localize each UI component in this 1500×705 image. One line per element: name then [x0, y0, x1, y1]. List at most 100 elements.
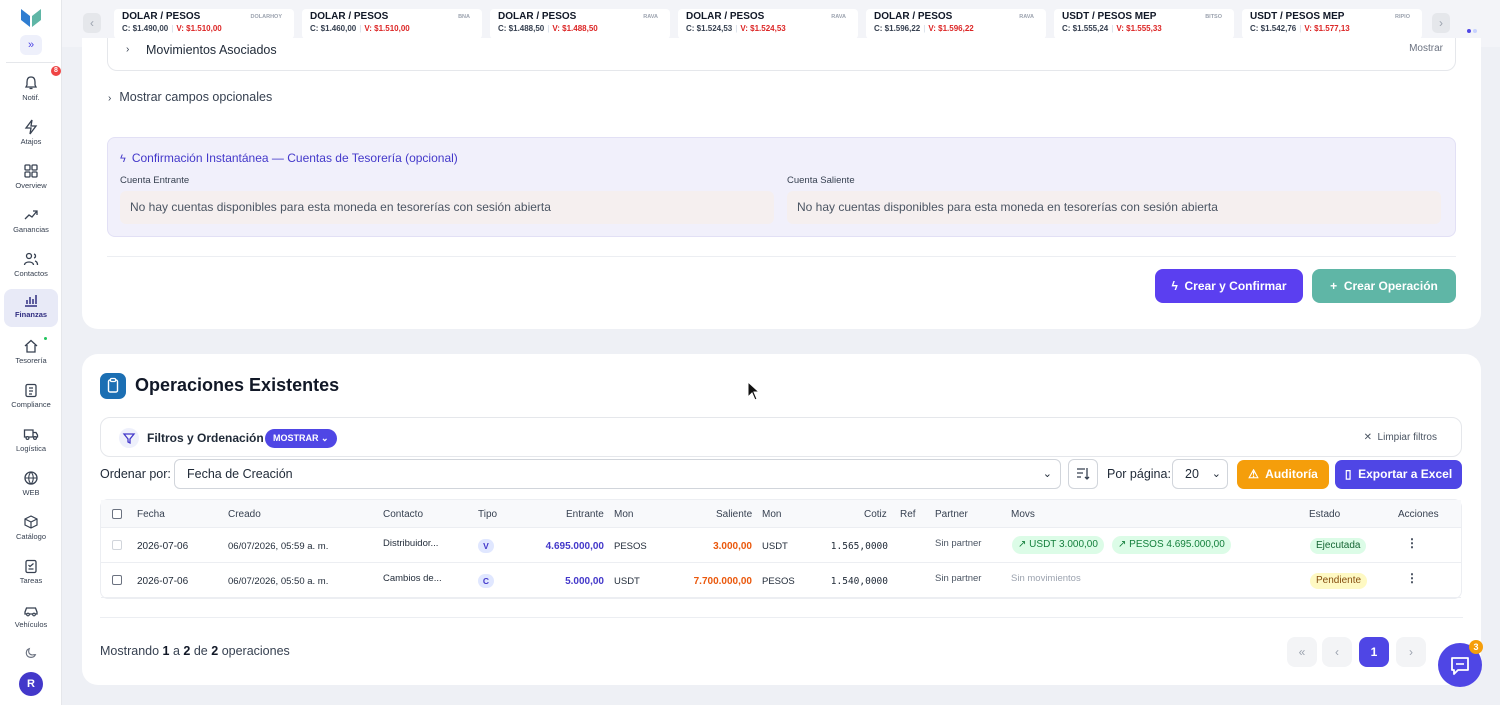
- bolt-icon: [24, 119, 38, 135]
- order-by-select[interactable]: Fecha de Creación ⌄: [174, 459, 1061, 489]
- summary-prefix: Mostrando: [100, 644, 160, 658]
- bolt-icon: ϟ: [1171, 279, 1178, 293]
- movement-badge[interactable]: ↗ PESOS 4.695.000,00: [1112, 536, 1231, 554]
- column-header[interactable]: Creado: [228, 509, 261, 520]
- plus-icon: +: [1330, 279, 1338, 293]
- create-operation-button[interactable]: + Crear Operación: [1312, 269, 1456, 303]
- ticker-item[interactable]: DOLAR / PESOS DOLARHOY C: $1.490,00 | V: $…: [114, 9, 294, 39]
- collapse-sidebar-button[interactable]: »: [20, 35, 42, 55]
- cotiz-cell: 1.540,0000: [830, 576, 888, 587]
- sidebar-item-contactos[interactable]: Contactos: [4, 248, 58, 288]
- home-icon: [24, 339, 38, 353]
- ticker-sell: V: $1.510,00: [176, 24, 222, 33]
- mouse-cursor-icon: [747, 381, 761, 401]
- column-header[interactable]: Contacto: [383, 509, 423, 520]
- chevron-down-icon: ⌄: [1211, 468, 1221, 480]
- ticker-item[interactable]: USDT / PESOS MEP BITSO C: $1.555,24 | V: $…: [1054, 9, 1234, 39]
- row-actions-menu-icon[interactable]: ⋮: [1406, 536, 1418, 550]
- chevron-down-icon: ⌄: [1042, 468, 1052, 480]
- table-header: Fecha Creado Contacto Tipo Entrante Mon …: [101, 500, 1461, 528]
- sidebar-item-tesoreria[interactable]: Tesorería: [4, 335, 58, 375]
- globe-icon: [24, 471, 38, 485]
- page-button-current[interactable]: 1: [1359, 637, 1389, 667]
- ticker-next-button[interactable]: ›: [1432, 13, 1450, 33]
- partner-cell: Sin partner: [935, 538, 982, 549]
- ticker-item[interactable]: DOLAR / PESOS RAVA C: $1.596,22 | V: $1.59…: [866, 9, 1046, 39]
- column-header[interactable]: Fecha: [137, 509, 165, 520]
- ticker-prev-button[interactable]: ‹: [83, 13, 101, 33]
- table-row[interactable]: 2026-07-06 06/07/2026, 05:59 a. m. Distr…: [101, 528, 1461, 563]
- mon-in-cell: PESOS: [614, 541, 647, 552]
- per-page-label: Por página:: [1107, 467, 1171, 481]
- order-by-value: Fecha de Creación: [187, 467, 293, 481]
- page-title: Operaciones Existentes: [135, 375, 340, 395]
- sidebar-item-web[interactable]: WEB: [4, 467, 58, 507]
- sidebar-item-compliance[interactable]: Compliance: [4, 379, 58, 419]
- next-page-button[interactable]: ›: [1396, 637, 1426, 667]
- export-excel-button[interactable]: ▯ Exportar a Excel: [1335, 460, 1462, 489]
- moon-icon[interactable]: [24, 646, 38, 660]
- sidebar-item-tareas[interactable]: Tareas: [4, 555, 58, 595]
- avatar[interactable]: R: [19, 672, 43, 696]
- column-header[interactable]: Saliente: [716, 509, 752, 520]
- movement-badge[interactable]: ↗ USDT 3.000,00: [1012, 536, 1104, 554]
- ticker-source: RAVA: [831, 14, 846, 20]
- sidebar-item-notif[interactable]: Notif.: [4, 72, 58, 112]
- contacto-cell[interactable]: Distribuidor...: [383, 538, 438, 549]
- sidebar-item-catalogo[interactable]: Catálogo: [4, 511, 58, 551]
- column-header[interactable]: Cotiz: [864, 509, 887, 520]
- sidebar-item-ganancias[interactable]: Ganancias: [4, 204, 58, 244]
- sidebar-item-label: Finanzas: [14, 310, 48, 319]
- column-header[interactable]: Mon: [614, 509, 633, 520]
- column-header[interactable]: Tipo: [478, 509, 497, 520]
- contacto-cell[interactable]: Cambios de...: [383, 573, 442, 584]
- ticker-pager-dots[interactable]: [1467, 20, 1479, 38]
- ticker-item[interactable]: DOLAR / PESOS RAVA C: $1.488,50 | V: $1.48…: [490, 9, 670, 39]
- chevron-right-icon: ›: [108, 93, 112, 104]
- summary-de: de: [193, 644, 208, 658]
- ticker-item[interactable]: USDT / PESOS MEP RIPIO C: $1.542,76 | V: $…: [1242, 9, 1422, 39]
- row-checkbox[interactable]: [112, 540, 122, 550]
- sidebar-item-finanzas[interactable]: Finanzas: [4, 289, 58, 327]
- mon-out-cell: USDT: [762, 541, 788, 552]
- prev-page-button[interactable]: ‹: [1322, 637, 1352, 667]
- ticker-item[interactable]: DOLAR / PESOS BNA C: $1.460,00 | V: $1.510…: [302, 9, 482, 39]
- clear-filters-button[interactable]: ✕ Limpiar filtros: [1364, 432, 1437, 443]
- optional-fields-toggle[interactable]: › Mostrar campos opcionales: [108, 90, 272, 104]
- ticker-source: DOLARHOY: [250, 14, 282, 20]
- app-logo-icon[interactable]: [19, 6, 43, 30]
- audit-button[interactable]: ⚠ Auditoría: [1237, 460, 1329, 489]
- sidebar-item-logistica[interactable]: Logística: [4, 423, 58, 463]
- cuenta-saliente-field: No hay cuentas disponibles para esta mon…: [787, 191, 1441, 224]
- row-checkbox[interactable]: [112, 575, 122, 585]
- mon-out-cell: PESOS: [762, 576, 795, 587]
- sidebar-item-atajos[interactable]: Atajos: [4, 116, 58, 156]
- row-actions-menu-icon[interactable]: ⋮: [1406, 571, 1418, 585]
- column-header[interactable]: Estado: [1309, 509, 1340, 520]
- movements-empty-text: Sin movimientos: [1011, 573, 1081, 584]
- sidebar-divider: [6, 62, 55, 63]
- column-header[interactable]: Entrante: [566, 509, 604, 520]
- movimientos-asociados-section[interactable]: › Movimientos Asociados Mostrar: [107, 38, 1456, 71]
- table-row[interactable]: 2026-07-06 06/07/2026, 05:50 a. m. Cambi…: [101, 563, 1461, 598]
- ticker-source: BITSO: [1205, 14, 1222, 20]
- sidebar-item-overview[interactable]: Overview: [4, 160, 58, 200]
- per-page-select[interactable]: 20 ⌄: [1172, 459, 1228, 489]
- audit-label: Auditoría: [1265, 467, 1318, 481]
- status-dot: [44, 337, 47, 340]
- column-header[interactable]: Mon: [762, 509, 781, 520]
- column-header[interactable]: Ref: [900, 509, 916, 520]
- filters-toggle-button[interactable]: MOSTRAR ⌄: [265, 429, 337, 448]
- first-page-button[interactable]: «: [1287, 637, 1317, 667]
- movimientos-toggle[interactable]: Mostrar: [1409, 43, 1443, 54]
- column-header[interactable]: Acciones: [1398, 509, 1439, 520]
- create-and-confirm-button[interactable]: ϟ Crear y Confirmar: [1155, 269, 1303, 303]
- ticker-item[interactable]: DOLAR / PESOS RAVA C: $1.524,53 | V: $1.52…: [678, 9, 858, 39]
- filter-icon: [119, 428, 139, 448]
- column-header[interactable]: Partner: [935, 509, 968, 520]
- sidebar-item-vehiculos[interactable]: Vehículos: [4, 599, 58, 639]
- operations-table: Fecha Creado Contacto Tipo Entrante Mon …: [100, 499, 1462, 599]
- select-all-checkbox[interactable]: [112, 509, 122, 519]
- sort-direction-button[interactable]: [1068, 459, 1098, 489]
- column-header[interactable]: Movs: [1011, 509, 1035, 520]
